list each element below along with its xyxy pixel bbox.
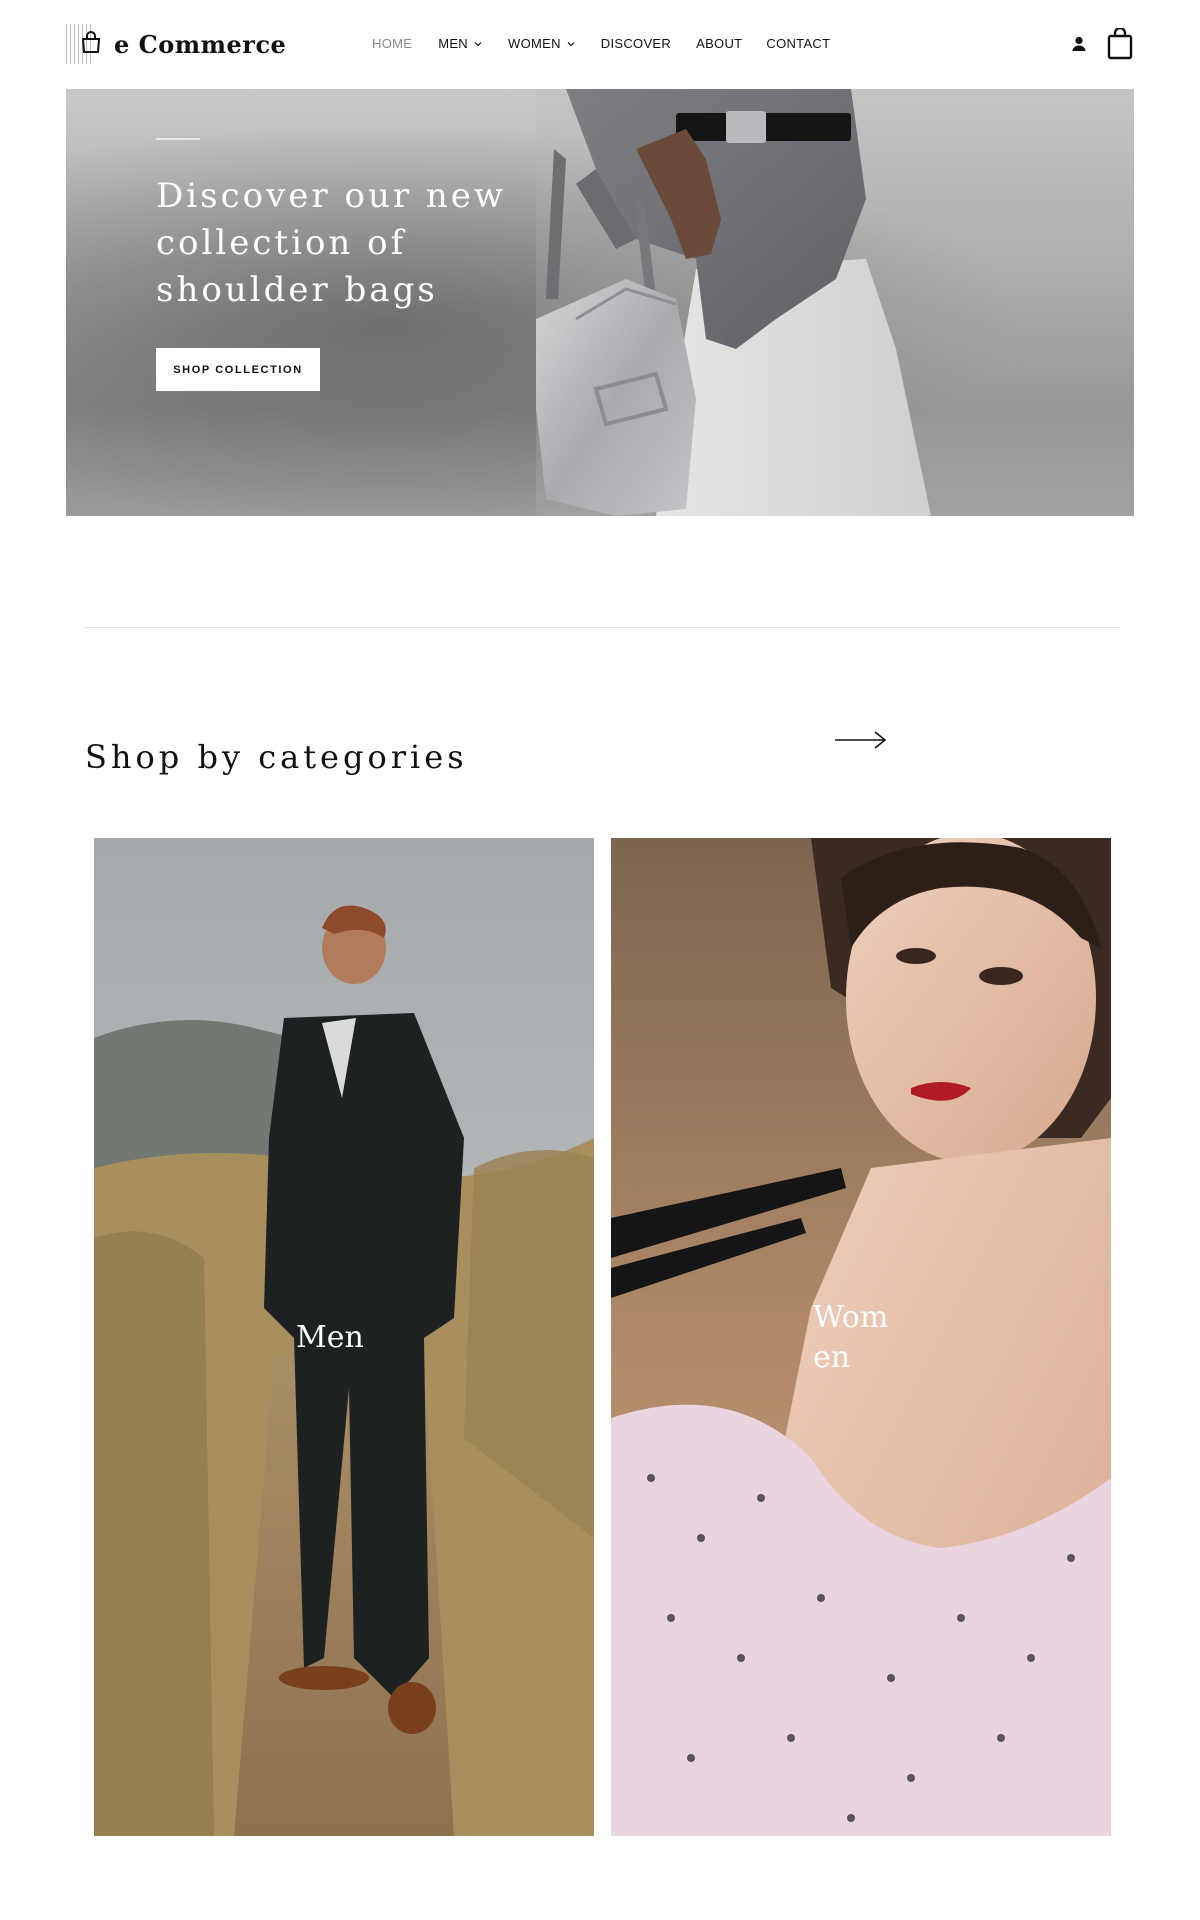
nav-item-label: HOME — [372, 36, 413, 51]
hero-divider — [156, 138, 200, 140]
nav-item-discover[interactable]: DISCOVER — [601, 36, 671, 51]
logo[interactable]: e Commerce — [66, 24, 286, 64]
nav-item-home[interactable]: HOME — [372, 36, 412, 51]
nav-item-label: DISCOVER — [600, 36, 672, 51]
nav-item-women[interactable]: WOMEN — [508, 36, 575, 51]
nav-item-label: WOMEN — [508, 36, 561, 51]
nav-item-label: ABOUT — [696, 36, 743, 51]
section-divider — [85, 627, 1120, 628]
category-card-men[interactable]: Men — [94, 838, 594, 1836]
main-nav: HOME MEN WOMEN DISCOVER ABOUT CONTACT — [372, 36, 830, 51]
hero-banner: Discover our new collection of shoulder … — [66, 89, 1134, 516]
logo-text: e Commerce — [114, 29, 287, 59]
nav-item-men[interactable]: MEN — [438, 36, 482, 51]
nav-item-contact[interactable]: CONTACT — [766, 36, 830, 51]
shopping-bag-icon — [81, 31, 101, 53]
category-card-women[interactable]: Women — [611, 838, 1111, 1836]
nav-item-about[interactable]: ABOUT — [696, 36, 742, 51]
hero-title: Discover our new collection of shoulder … — [156, 176, 507, 310]
shopping-bag-icon[interactable] — [1106, 28, 1134, 60]
logo-mark — [66, 24, 106, 64]
nav-item-label: MEN — [438, 36, 468, 51]
category-label-men: Men — [296, 1320, 364, 1355]
section-title: Shop by categories — [85, 738, 468, 776]
chevron-down-icon — [567, 41, 575, 46]
user-icon[interactable] — [1070, 35, 1088, 53]
arrow-right-icon[interactable] — [833, 728, 889, 752]
chevron-down-icon — [474, 41, 482, 46]
nav-item-label: CONTACT — [766, 36, 831, 51]
shop-collection-button[interactable]: SHOP COLLECTION — [156, 348, 320, 391]
hero-photo — [536, 89, 1134, 516]
site-header: e Commerce HOME MEN WOMEN DISCOVER ABOUT… — [0, 0, 1200, 88]
header-icons — [1070, 28, 1134, 60]
category-label-women: Women — [813, 1300, 889, 1375]
